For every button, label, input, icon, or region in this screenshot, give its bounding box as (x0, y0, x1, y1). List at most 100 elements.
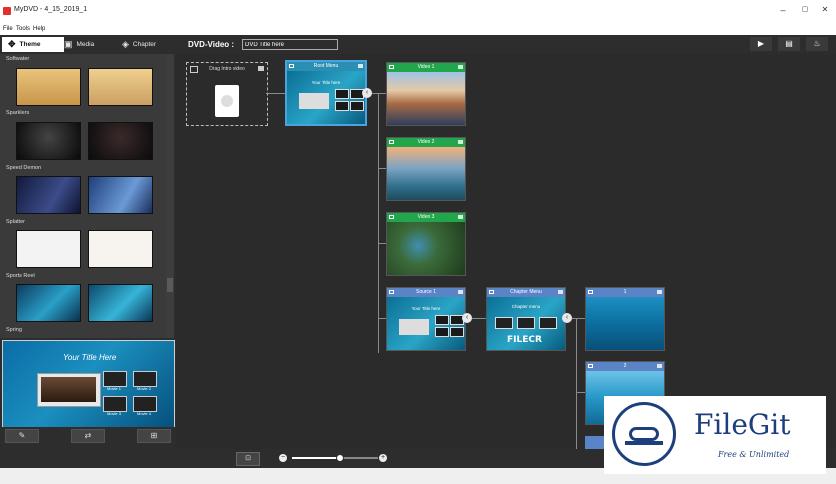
preview-photo (41, 377, 96, 402)
source-1-subtitle: Your Title here (411, 306, 441, 311)
preview-label-4: Movie 4 (136, 411, 151, 416)
theme-thumb-softwater-2[interactable] (88, 68, 153, 106)
collapse-source-button[interactable]: ‹ (462, 313, 472, 323)
options-icon (458, 290, 463, 294)
theme-thumb-sports-reel-2[interactable] (88, 284, 153, 322)
chapter-1-header: 1 (586, 288, 664, 297)
tab-theme[interactable]: ✥ Theme (2, 37, 64, 52)
swap-icon: ⇄ (84, 431, 92, 440)
chapter-menu-thumb: Chapter menu FILECR (487, 297, 565, 350)
theme-thumb-speed-demon-1[interactable] (16, 176, 81, 214)
theme-list[interactable]: Softwater Sparklers Speed Demon Splatter… (0, 54, 166, 338)
play-button[interactable]: ▶ (750, 37, 772, 51)
add-icon: ⊞ (150, 431, 158, 440)
root-menu-frame (299, 93, 329, 109)
theme-thumb-softwater-1[interactable] (16, 68, 81, 106)
chapter-1-thumb (586, 297, 664, 350)
minimize-button[interactable]: – (776, 5, 790, 15)
edit-menu-button[interactable]: ✎ (5, 429, 39, 443)
menu-file[interactable]: File (3, 26, 13, 32)
chapter-3-node-partial[interactable] (585, 436, 605, 449)
video-1-node[interactable]: Video 1 (386, 62, 466, 126)
video-3-header: Video 3 (387, 213, 465, 222)
menu-tree-canvas[interactable]: Drag Intro video Root Menu Your Title he… (176, 54, 836, 449)
root-menu-label: Root Menu (313, 63, 339, 69)
fit-view-button[interactable]: ⊡ (236, 452, 260, 466)
chapter-menu-watermark: FILECR (507, 335, 542, 345)
root-menu-node[interactable]: Root Menu Your Title here (285, 60, 367, 126)
video-icon (588, 364, 593, 368)
source-1-buttons (435, 315, 449, 337)
zoom-slider-fill (292, 457, 340, 459)
chapter-menu-header: Chapter Menu (487, 288, 565, 297)
options-icon (258, 66, 264, 71)
tab-media-label: Media (76, 41, 95, 48)
chapter-1-label: 1 (623, 289, 627, 295)
source-1-label: Source 1 (415, 289, 436, 295)
menu-help[interactable]: Help (33, 26, 45, 32)
save-button[interactable]: ▤ (778, 37, 800, 51)
chapter-2-label: 2 (623, 363, 627, 369)
root-menu-header: Root Menu (287, 62, 365, 71)
theme-thumb-sparklers-2[interactable] (88, 122, 153, 160)
intro-video-dropzone[interactable]: Drag Intro video (186, 62, 268, 126)
video-2-node[interactable]: Video 2 (386, 137, 466, 201)
swap-theme-button[interactable]: ⇄ (71, 429, 105, 443)
dvd-title-input[interactable] (242, 39, 338, 50)
video-3-node[interactable]: Video 3 (386, 212, 466, 276)
fit-icon: ⊡ (245, 455, 251, 462)
preview-thumb-4 (133, 396, 157, 412)
chapter-menu-node[interactable]: Chapter Menu Chapter menu FILECR (486, 287, 566, 351)
video-icon (389, 65, 394, 69)
preview-thumb-3 (103, 396, 127, 412)
connector-line (266, 93, 286, 94)
zoom-slider-thumb[interactable] (336, 454, 345, 462)
options-icon (458, 140, 463, 144)
source-1-node[interactable]: Source 1 Your Title here (386, 287, 466, 351)
source-1-frame (399, 319, 429, 335)
zoom-slider[interactable] (292, 454, 378, 462)
zoom-out-button[interactable]: − (279, 454, 287, 462)
collapse-root-button[interactable]: ‹ (362, 88, 372, 98)
category-speed-demon: Speed Demon (6, 165, 42, 171)
film-icon: ▣ (64, 39, 73, 49)
edit-icon: ✎ (18, 431, 26, 440)
close-button[interactable]: ✕ (818, 5, 832, 14)
theme-list-scrollbar[interactable] (166, 54, 174, 338)
tab-media[interactable]: ▣ Media (64, 37, 114, 52)
scrollbar-thumb[interactable] (167, 278, 173, 292)
tab-chapter[interactable]: ◈ Chapter (122, 37, 176, 52)
filegit-watermark: FileGit Free & Unlimited (604, 396, 826, 474)
chapter-1-node[interactable]: 1 (585, 287, 665, 351)
burn-button[interactable]: ♨ (806, 37, 828, 51)
theme-thumb-splatter-1[interactable] (16, 230, 81, 268)
collapse-chapter-button[interactable]: ‹ (562, 313, 572, 323)
connector-line (378, 318, 386, 319)
zoom-in-button[interactable]: + (379, 454, 387, 462)
add-menu-button[interactable]: ⊞ (137, 429, 171, 443)
video-3-label: Video 3 (417, 214, 435, 220)
menu-icon (489, 290, 494, 294)
preview-label-3: Movie 3 (106, 411, 121, 416)
chapter-thumb-2 (517, 317, 535, 329)
menu-tools[interactable]: Tools (16, 26, 30, 32)
intro-label: Drag Intro video (209, 66, 245, 72)
theme-thumb-sports-reel-1[interactable] (16, 284, 81, 322)
connector-line (576, 392, 585, 393)
preview-label-2: Movie 2 (136, 386, 151, 391)
play-icon: ▶ (757, 39, 765, 48)
theme-thumb-sparklers-1[interactable] (16, 122, 81, 160)
category-sparklers: Sparklers (6, 110, 30, 116)
save-icon: ▤ (785, 39, 793, 48)
video-icon (389, 215, 394, 219)
tab-theme-label: Theme (19, 41, 41, 48)
video-2-header: Video 2 (387, 138, 465, 147)
video-2-label: Video 2 (417, 139, 435, 145)
chapter-thumb-3 (539, 317, 557, 329)
preview-thumb-2 (133, 371, 157, 387)
theme-thumb-speed-demon-2[interactable] (88, 176, 153, 214)
document-icon (215, 85, 239, 117)
theme-thumb-splatter-2[interactable] (88, 230, 153, 268)
filegit-logo (612, 402, 676, 466)
maximize-button[interactable]: ▢ (798, 5, 812, 13)
